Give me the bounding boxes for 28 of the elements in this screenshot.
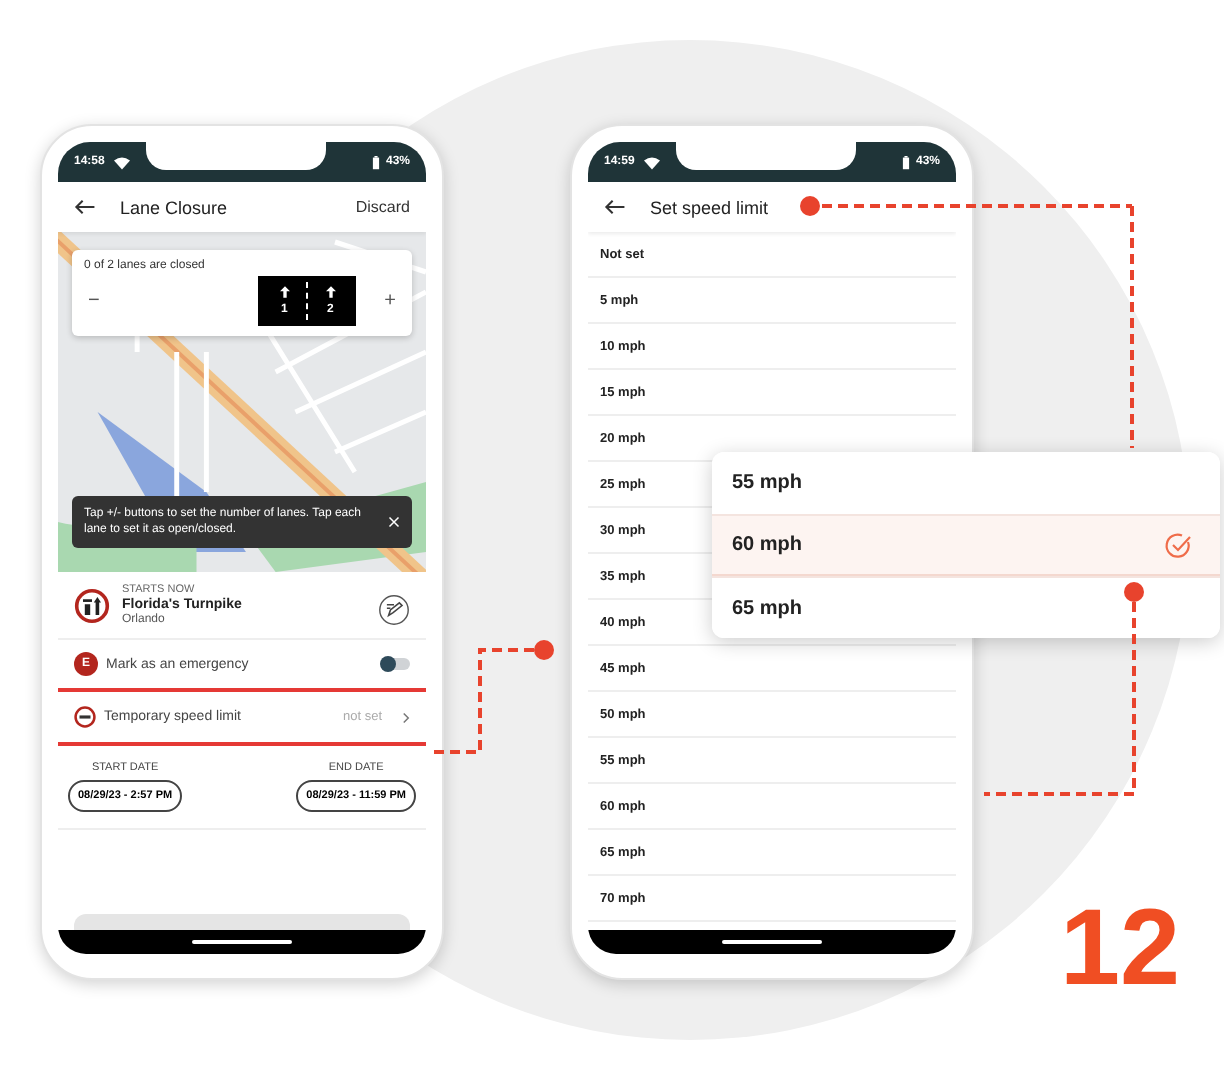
minus-button[interactable]: − [84,290,104,312]
edit-icon[interactable] [378,594,410,626]
up-arrow-icon [325,286,336,298]
emergency-toggle[interactable] [382,658,410,670]
check-icon [1164,531,1192,559]
wifi-icon [114,155,131,169]
connector-dot [1124,582,1144,602]
battery-icon [371,155,380,169]
connector-dot [800,196,820,216]
popup-option[interactable]: 60 mph [712,514,1220,576]
discard-button[interactable]: Discard [355,198,410,216]
road-sign-icon [74,587,110,623]
screen-title: Set speed limit [650,197,769,217]
popup-option[interactable]: 65 mph [712,576,1220,638]
leader-line [434,648,536,754]
plus-button[interactable]: + [380,290,400,312]
back-arrow-icon[interactable] [604,198,626,216]
back-arrow-icon[interactable] [74,198,96,216]
battery-icon [901,155,910,169]
screen-title: Lane Closure [120,197,228,217]
wifi-icon [644,155,661,169]
popup-option[interactable]: 55 mph [712,452,1220,514]
speed-sign-icon [74,706,96,728]
connector-dot [534,640,554,660]
step-number: 12 [1060,894,1181,1002]
up-arrow-icon [279,286,290,298]
close-icon[interactable] [388,515,400,528]
chevron-right-icon [402,711,410,723]
